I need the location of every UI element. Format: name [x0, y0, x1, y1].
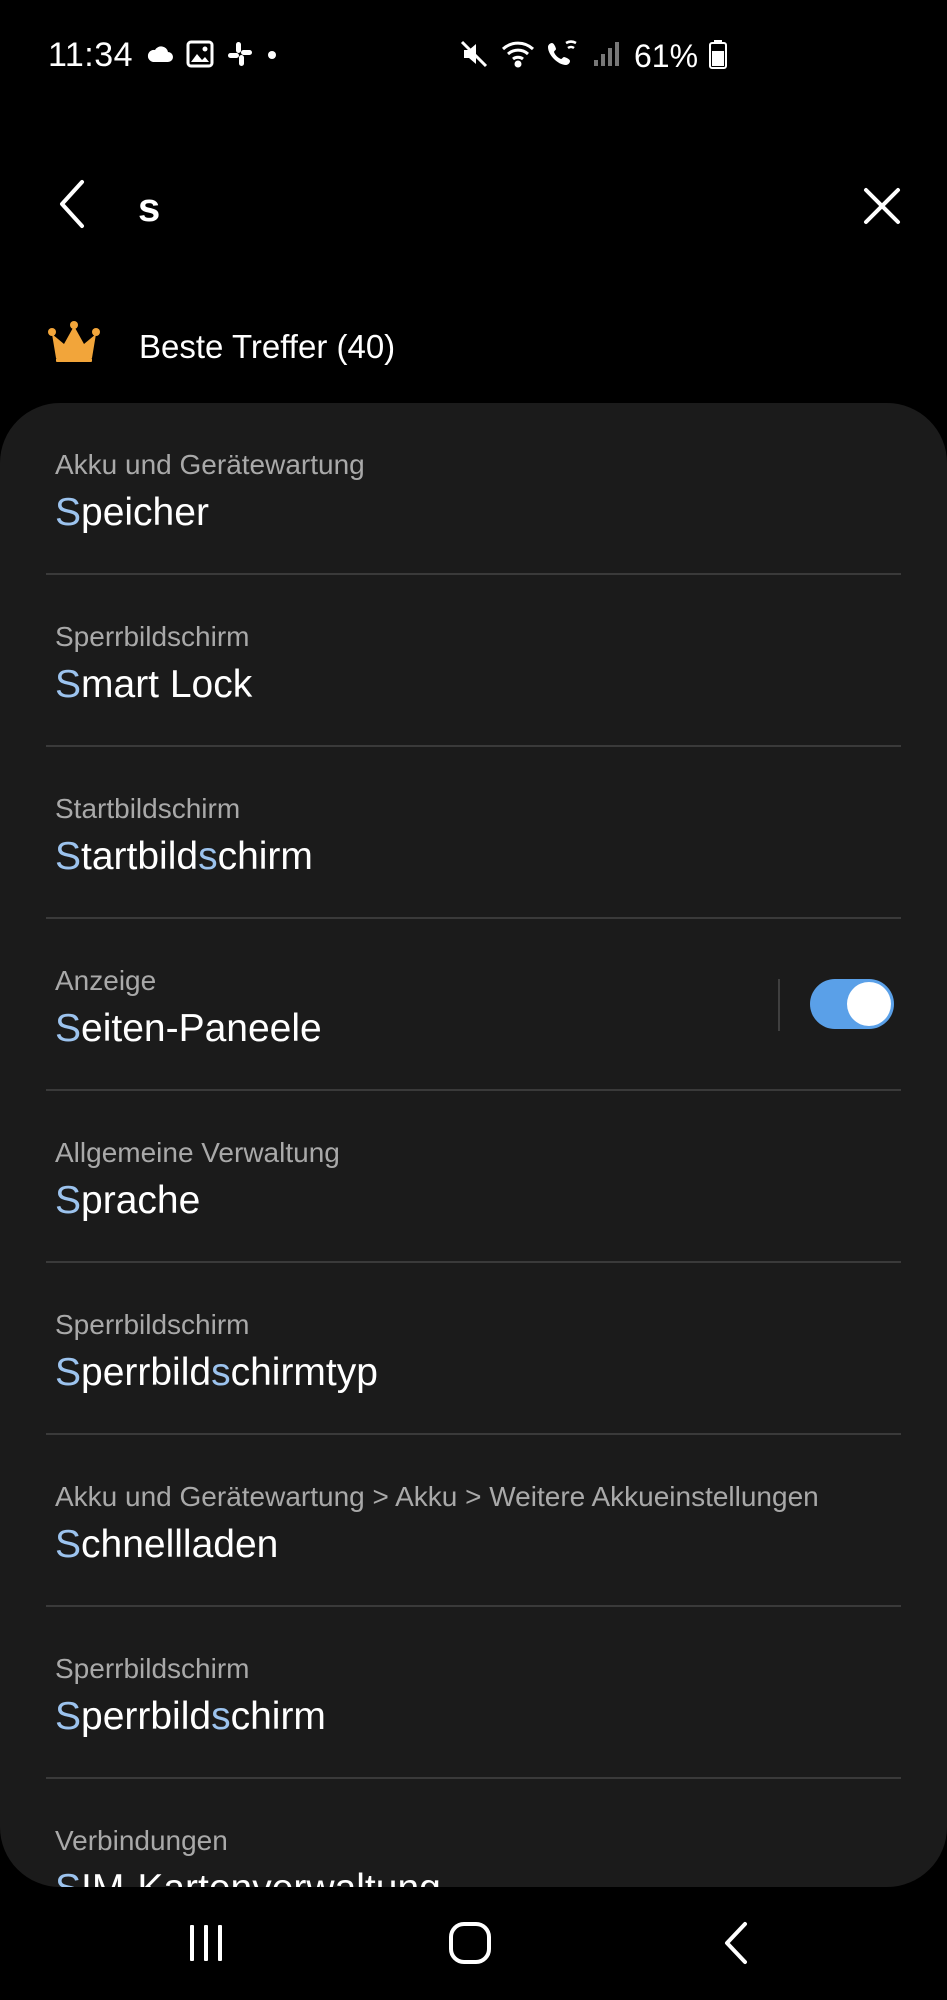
- result-path: Akku und Gerätewartung > Akku > Weitere …: [55, 1481, 819, 1512]
- result-title: Schnellladen: [55, 1523, 278, 1567]
- battery-percent: 61%: [634, 38, 699, 74]
- result-title: Sperrbildschirmtyp: [55, 1351, 378, 1395]
- title-rest: mart Lock: [81, 663, 253, 706]
- toggle-separator: [778, 979, 780, 1031]
- title-highlight: S: [55, 835, 82, 878]
- slack-icon: [226, 40, 254, 73]
- gallery-icon: [186, 40, 214, 73]
- back-button[interactable]: [48, 172, 96, 236]
- close-icon: [864, 188, 900, 224]
- mute-icon: [458, 38, 490, 75]
- title-highlight: S: [55, 1867, 81, 1887]
- result-title: Sperrbildschirm: [55, 1695, 326, 1739]
- title-rest: eiten-Paneele: [81, 1007, 322, 1050]
- result-path: Anzeige: [55, 965, 157, 996]
- title-highlight: s: [198, 835, 218, 878]
- result-title: Speicher: [55, 491, 209, 535]
- title-highlight: S: [55, 1179, 82, 1222]
- title-rest: chnellladen: [81, 1523, 279, 1566]
- recents-button[interactable]: [176, 1913, 236, 1973]
- cloud-icon: [146, 44, 174, 69]
- battery-icon: [708, 39, 728, 74]
- wifi-call-icon: [546, 39, 582, 74]
- status-right-icons: 61%: [458, 38, 728, 75]
- result-path: Startbildschirm: [55, 793, 241, 824]
- title-highlight: s: [211, 1351, 231, 1394]
- result-item-sim-kartenverwaltung[interactable]: Verbindungen SIM-Kartenverwaltung: [0, 1779, 947, 1887]
- title-rest: peicher: [81, 491, 209, 534]
- back-nav-button[interactable]: [706, 1913, 766, 1973]
- title-rest: prache: [81, 1179, 201, 1222]
- title-rest: perrbild: [81, 1695, 212, 1738]
- result-path: Akku und Gerätewartung: [55, 449, 365, 480]
- search-input[interactable]: [138, 178, 738, 238]
- best-results-label: Beste Treffer (40): [139, 328, 396, 365]
- result-item-sprache[interactable]: Allgemeine Verwaltung Sprache: [0, 1091, 947, 1263]
- dot-icon: [266, 48, 278, 66]
- home-icon: [449, 1922, 491, 1964]
- best-results-header: [46, 320, 102, 364]
- recents-icon: [190, 1925, 222, 1961]
- status-left-icons: [146, 40, 278, 73]
- title-highlight: S: [55, 491, 82, 534]
- result-title: Startbildschirm: [55, 835, 313, 879]
- title-rest: chirmtyp: [230, 1351, 378, 1394]
- result-path: Sperrbildschirm: [55, 1309, 250, 1340]
- title-rest: tartbild: [81, 835, 199, 878]
- toggle-knob: [847, 982, 891, 1026]
- result-item-sperrbildschirmtyp[interactable]: Sperrbildschirm Sperrbildschirmtyp: [0, 1263, 947, 1435]
- title-highlight: S: [55, 663, 82, 706]
- result-item-seiten-paneele[interactable]: Anzeige Seiten-Paneele: [0, 919, 947, 1091]
- result-path: Sperrbildschirm: [55, 621, 250, 652]
- result-title: Sprache: [55, 1179, 200, 1223]
- title-highlight: S: [55, 1695, 82, 1738]
- title-rest: chirm: [230, 1695, 326, 1738]
- result-path: Sperrbildschirm: [55, 1653, 250, 1684]
- title-highlight: S: [55, 1523, 82, 1566]
- result-path: Allgemeine Verwaltung: [55, 1137, 340, 1168]
- clear-search-button[interactable]: [854, 178, 910, 234]
- home-button[interactable]: [440, 1913, 500, 1973]
- crown-icon: [48, 321, 100, 362]
- seiten-paneele-toggle[interactable]: [810, 979, 894, 1029]
- status-time: 11:34: [48, 36, 134, 74]
- chevron-left-icon: [60, 180, 84, 228]
- signal-icon: [592, 40, 620, 73]
- title-rest: IM-Kartenverwaltung: [81, 1867, 441, 1887]
- result-title: Seiten-Paneele: [55, 1007, 322, 1051]
- result-item-smart-lock[interactable]: Sperrbildschirm Smart Lock: [0, 575, 947, 747]
- title-rest: chirm: [217, 835, 313, 878]
- result-item-speicher[interactable]: Akku und Gerätewartung Speicher: [0, 403, 947, 575]
- result-path: Verbindungen: [55, 1825, 228, 1856]
- result-title: Smart Lock: [55, 663, 252, 707]
- title-highlight: s: [211, 1695, 231, 1738]
- navigation-bar: [0, 1887, 947, 2000]
- title-highlight: S: [55, 1351, 82, 1394]
- status-bar: 11:34 61%: [0, 0, 947, 110]
- result-item-schnellladen[interactable]: Akku und Gerätewartung > Akku > Weitere …: [0, 1435, 947, 1607]
- title-highlight: S: [55, 1007, 82, 1050]
- wifi-icon: [500, 39, 536, 74]
- title-rest: perrbild: [81, 1351, 212, 1394]
- result-item-sperrbildschirm[interactable]: Sperrbildschirm Sperrbildschirm: [0, 1607, 947, 1779]
- result-title: SIM-Kartenverwaltung: [55, 1867, 441, 1887]
- results-list: Akku und Gerätewartung Speicher Sperrbil…: [0, 403, 947, 1887]
- back-icon: [725, 1922, 747, 1964]
- result-item-startbildschirm[interactable]: Startbildschirm Startbildschirm: [0, 747, 947, 919]
